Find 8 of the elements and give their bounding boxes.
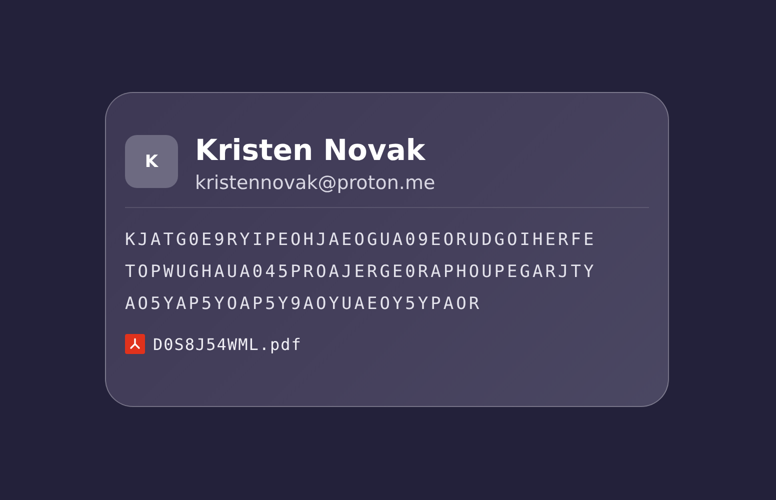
message-line: AO5YAP5YOAP5Y9AOYUAEOY5YPAOR bbox=[125, 293, 483, 316]
avatar: K bbox=[125, 135, 178, 188]
pdf-file-icon bbox=[125, 334, 145, 354]
message-line: KJATG0E9RYIPEOHJAEOGUA09EORUDGOIHERFE bbox=[125, 229, 598, 252]
contact-name: Kristen Novak bbox=[195, 132, 426, 168]
message-line: TOPWUGHAUA045PROAJERGE0RAPHOUPEGARJTY bbox=[125, 261, 598, 284]
contact-email: kristennovak@proton.me bbox=[195, 171, 436, 196]
attachment-link[interactable]: D0S8J54WML.pdf bbox=[153, 334, 302, 354]
